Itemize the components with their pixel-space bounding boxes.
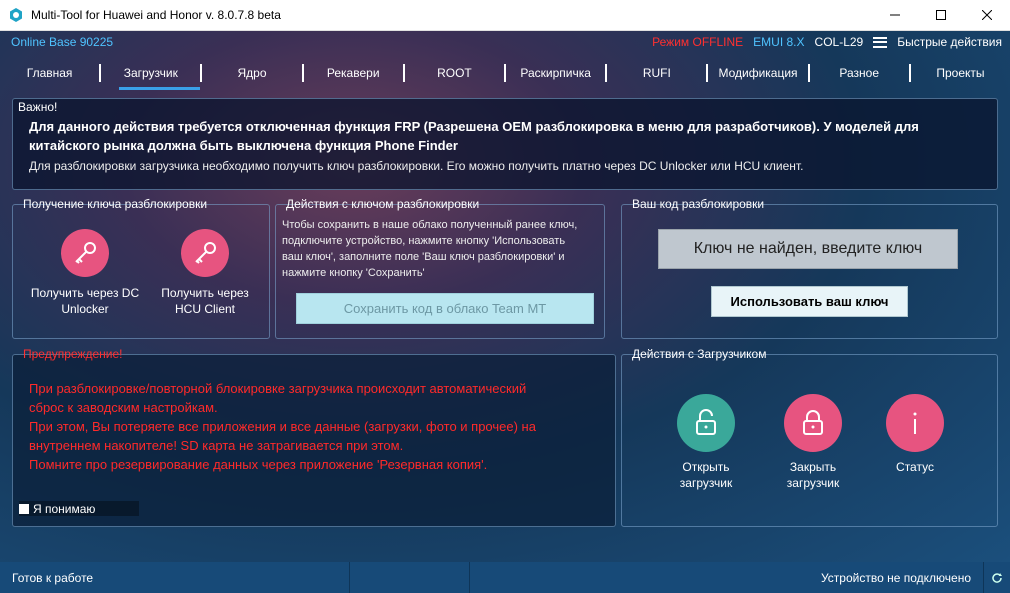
panel-title: Получение ключа разблокировки: [23, 197, 208, 211]
important-line: Для данного действия требуется отключенн…: [29, 119, 919, 134]
hcu-client-label: Получить через HCU Client: [145, 285, 265, 317]
status-button[interactable]: [886, 394, 944, 452]
understand-label: Я понимаю: [33, 501, 96, 516]
label-line: Unlocker: [61, 302, 109, 316]
important-label: Важно!: [18, 100, 58, 114]
dc-unlocker-button[interactable]: [61, 229, 109, 277]
instruction-line: Чтобы сохранить в наше облако полученный…: [282, 219, 578, 231]
lock-bootloader-label: Закрыть загрузчик: [763, 459, 863, 491]
unlock-key-field[interactable]: Ключ не найден, введите ключ: [658, 229, 958, 269]
maximize-icon[interactable]: [918, 0, 964, 31]
warning-line: При разблокировке/повторной блокировке з…: [29, 381, 527, 396]
tab-misc[interactable]: Разное: [810, 60, 909, 90]
panel-title: Действия с Загрузчиком: [632, 347, 767, 361]
unlock-code-panel: Ваш код разблокировки Ключ не найден, вв…: [621, 197, 998, 339]
important-line: китайского рынка должна быть выключена ф…: [29, 138, 458, 153]
unlock-bootloader-button[interactable]: [677, 394, 735, 452]
key-actions-panel: Действия с ключом разблокировки Чтобы со…: [275, 197, 605, 339]
warning-line: При этом, Вы потеряете все приложения и …: [29, 419, 536, 434]
get-key-panel: Получение ключа разблокировки Получить ч…: [12, 197, 270, 339]
tab-recovery[interactable]: Рекавери: [304, 60, 403, 90]
checkbox-box[interactable]: [19, 503, 29, 514]
panel-title: Ваш код разблокировки: [632, 197, 765, 211]
main-area: Online Base 90225 Режим OFFLINE EMUI 8.X…: [0, 31, 1010, 562]
minimize-icon[interactable]: [872, 0, 918, 31]
important-note: Для разблокировки загрузчика необходимо …: [29, 159, 804, 173]
emui-version: EMUI 8.X: [753, 35, 805, 49]
padlock-icon: [803, 410, 823, 435]
warning-line: внутреннем накопителе! SD карта не затра…: [29, 438, 404, 453]
warning-line: сброс к заводским настройкам.: [29, 400, 218, 415]
label-line: загрузчик: [679, 476, 733, 490]
quick-actions-link[interactable]: Быстрые действия: [897, 35, 1002, 49]
close-icon[interactable]: [964, 0, 1010, 31]
warning-title: Предупреждение!: [23, 347, 123, 361]
hcu-client-button[interactable]: [181, 229, 229, 277]
device-status: Устройство не подключено: [811, 562, 984, 593]
status-label: Статус: [896, 460, 934, 474]
status-ready: Готов к работе: [0, 562, 350, 593]
menu-icon[interactable]: [873, 36, 888, 48]
tab-unbrick[interactable]: Раскирпичка: [506, 60, 605, 90]
label-line: Получить через DC: [30, 286, 140, 300]
tab-rufi[interactable]: RUFI: [607, 60, 706, 90]
instruction-line: ваш ключ', заполните поле 'Ваш ключ разб…: [282, 251, 565, 263]
key-icon: [195, 242, 216, 264]
unlocked-padlock-icon: [696, 409, 716, 435]
label-line: Закрыть: [789, 460, 837, 474]
status-bar: Готов к работе Устройство не подключено: [0, 562, 1010, 593]
tab-main[interactable]: Главная: [0, 60, 99, 90]
instruction-line: нажмите кнопку 'Сохранить': [282, 267, 425, 279]
understand-checkbox[interactable]: Я понимаю: [19, 501, 139, 516]
use-key-button[interactable]: Использовать ваш ключ: [711, 286, 908, 317]
refresh-icon[interactable]: [984, 562, 1010, 593]
important-notice: Важно! Для данного действия требуется от…: [12, 98, 998, 190]
tab-modification[interactable]: Модификация: [708, 60, 807, 90]
dc-unlocker-label: Получить через DC Unlocker: [21, 285, 149, 317]
warning-panel: Предупреждение! При разблокировке/повтор…: [12, 347, 616, 527]
label-line: Получить через: [161, 286, 249, 300]
online-base-label: Online Base 90225: [11, 35, 114, 49]
warning-line: Помните про резервирование данных через …: [29, 457, 488, 472]
label-line: HCU Client: [174, 302, 235, 316]
top-info-bar: Online Base 90225 Режим OFFLINE EMUI 8.X…: [0, 31, 1010, 53]
status-section: [350, 562, 470, 593]
title-bar: Multi-Tool for Huawei and Honor v. 8.0.7…: [0, 0, 1010, 31]
instruction-line: подключите устройство, нажмите кнопку 'И…: [282, 235, 566, 247]
app-logo-icon: [10, 8, 22, 22]
info-icon: [913, 412, 917, 434]
panel-title: Действия с ключом разблокировки: [286, 197, 480, 211]
label-line: Открыть: [682, 460, 730, 474]
tab-bootloader[interactable]: Загрузчик: [101, 60, 201, 90]
key-actions-instructions: Чтобы сохранить в наше облако полученный…: [282, 217, 600, 281]
key-icon: [75, 242, 96, 264]
unlock-bootloader-label: Открыть загрузчик: [656, 459, 756, 491]
label-line: загрузчик: [786, 476, 840, 490]
save-to-cloud-button[interactable]: Сохранить код в облако Team MT: [296, 293, 594, 324]
tab-root[interactable]: ROOT: [405, 60, 504, 90]
tab-kernel[interactable]: Ядро: [202, 60, 301, 90]
mode-indicator: Режим OFFLINE: [652, 35, 744, 49]
lock-bootloader-button[interactable]: [784, 394, 842, 452]
important-text: Для данного действия требуется отключенн…: [29, 117, 989, 155]
bootloader-actions-panel: Действия с Загрузчиком Открыть загрузчик…: [621, 347, 998, 527]
window-title: Multi-Tool for Huawei and Honor v. 8.0.7…: [31, 8, 281, 22]
main-tabs: Главная Загрузчик Ядро Рекавери ROOT Рас…: [0, 60, 1010, 90]
device-model: COL-L29: [814, 35, 864, 49]
warning-text: При разблокировке/повторной блокировке з…: [29, 379, 609, 474]
tab-projects[interactable]: Проекты: [911, 60, 1010, 90]
